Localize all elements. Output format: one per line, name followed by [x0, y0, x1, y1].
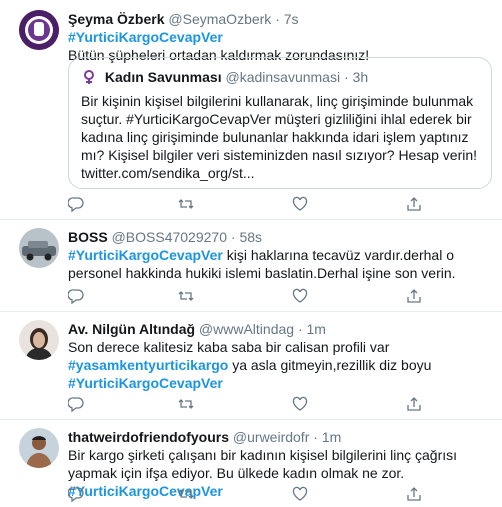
separator: · — [230, 229, 236, 245]
retweet-icon[interactable] — [178, 396, 196, 412]
author-name[interactable]: Şeyma Özberk — [68, 11, 165, 27]
avatar[interactable] — [19, 320, 59, 360]
hashtag-link[interactable]: #YurticiKargoCevapVer — [68, 375, 223, 391]
quoted-avatar — [81, 69, 97, 85]
tweet[interactable]: Av. Nilgün Altındağ @wwwAltindag · 1m So… — [0, 312, 502, 420]
tweet[interactable]: thatweirdofriendofyours @urweirdofr · 1m… — [0, 420, 502, 507]
share-icon[interactable] — [406, 396, 424, 412]
avatar-image — [19, 428, 59, 468]
quoted-link[interactable]: twitter.com/sendika_org/st... — [81, 165, 255, 181]
like-icon[interactable] — [292, 288, 310, 304]
timestamp[interactable]: 1m — [307, 321, 326, 337]
author-handle[interactable]: @BOSS47029270 — [112, 229, 227, 245]
separator: · — [275, 11, 280, 27]
tweet-actions — [67, 288, 421, 305]
reply-icon[interactable] — [67, 288, 86, 305]
like-icon[interactable] — [292, 486, 310, 502]
tweet-actions — [67, 486, 421, 503]
quoted-timestamp: 3h — [352, 69, 369, 85]
tweet[interactable]: Şeyma Özberk @SeymaOzberk · 7s #YurticiK… — [0, 0, 502, 220]
quoted-tweet[interactable]: Kadın Savunması @kadinsavunmasi · 3h Bir… — [68, 57, 492, 189]
tweet[interactable]: BOSS @BOSS47029270 · 58s #YurticiKargoCe… — [0, 220, 502, 312]
author-name[interactable]: thatweirdofriendofyours — [68, 429, 229, 445]
hashtag-link[interactable]: #yasamkentyurticikargo — [68, 357, 228, 373]
tweet-body-line2: ya asla gitmeyin,rezillik diz boyu — [228, 357, 432, 373]
timestamp[interactable]: 1m — [322, 429, 341, 445]
quoted-author-name: Kadın Savunması — [104, 69, 222, 85]
author-name[interactable]: BOSS — [68, 229, 108, 245]
tweet-actions — [67, 396, 421, 413]
avatar[interactable] — [19, 10, 59, 50]
share-icon[interactable] — [406, 288, 424, 304]
author-name[interactable]: Av. Nilgün Altındağ — [68, 321, 195, 337]
tweet-actions — [67, 196, 421, 213]
quoted-body: Bir kişinin kişisel bilgilerini kullanar… — [81, 93, 478, 163]
tweet-body: Bir kargo şirketi çalışanı bir kadının k… — [68, 447, 458, 481]
avatar-image — [19, 320, 59, 360]
like-icon[interactable] — [292, 396, 310, 412]
quoted-text: Bir kişinin kişisel bilgilerini kullanar… — [81, 92, 479, 182]
separator: · — [297, 321, 303, 337]
reply-icon[interactable] — [67, 196, 86, 213]
hashtag-link[interactable]: #YurticiKargoCevapVer — [68, 29, 223, 45]
tweet-text: #YurticiKargoCevapVer kişi haklarına tec… — [68, 246, 492, 282]
share-icon[interactable] — [406, 196, 424, 212]
avatar[interactable] — [19, 428, 59, 468]
retweet-icon[interactable] — [178, 288, 196, 304]
avatar-image — [19, 10, 59, 50]
author-handle[interactable]: @wwwAltindag — [199, 321, 294, 337]
share-icon[interactable] — [406, 486, 424, 502]
separator: · — [343, 69, 349, 85]
hashtag-link[interactable]: #YurticiKargoCevapVer — [68, 247, 223, 263]
author-handle[interactable]: @SeymaOzberk — [168, 11, 271, 27]
retweet-icon[interactable] — [178, 486, 196, 502]
reply-icon[interactable] — [67, 486, 86, 503]
like-icon[interactable] — [292, 196, 310, 212]
author-handle[interactable]: @urweirdofr — [233, 429, 309, 445]
avatar-image — [19, 228, 59, 268]
avatar[interactable] — [19, 228, 59, 268]
retweet-icon[interactable] — [178, 196, 196, 212]
timestamp[interactable]: 58s — [239, 229, 262, 245]
timestamp[interactable]: 7s — [284, 11, 299, 27]
tweet-text: Son derece kalitesiz kaba saba bir calis… — [68, 338, 492, 392]
separator: · — [313, 429, 318, 445]
quoted-author-handle: @kadinsavunmasi — [225, 69, 341, 85]
reply-icon[interactable] — [67, 396, 86, 413]
tweet-body-line1: Son derece kalitesiz kaba saba bir calis… — [68, 339, 390, 355]
